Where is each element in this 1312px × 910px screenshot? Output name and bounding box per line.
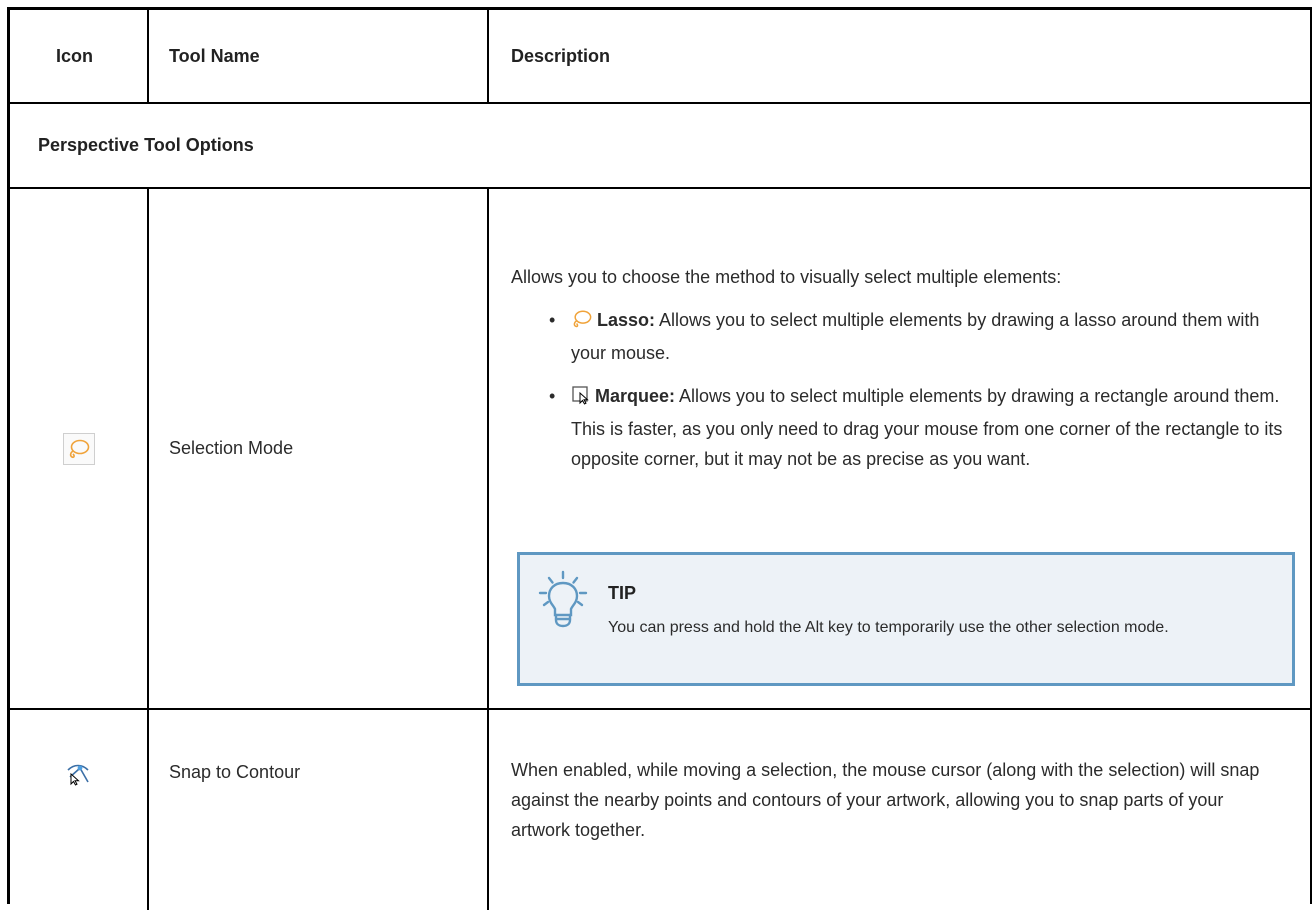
snap-to-contour-icon bbox=[65, 760, 93, 788]
table-row: Snap to Contour When enabled, while movi… bbox=[10, 710, 1310, 910]
option-text: Allows you to select multiple elements b… bbox=[571, 386, 1283, 469]
list-item: Marquee: Allows you to select multiple e… bbox=[549, 381, 1288, 474]
lightbulb-icon bbox=[536, 569, 590, 636]
table-header-row: Icon Tool Name Description bbox=[10, 10, 1310, 104]
option-label: Marquee: bbox=[595, 386, 676, 406]
tool-options-table: Icon Tool Name Description Perspective T… bbox=[7, 7, 1312, 910]
header-description: Description bbox=[511, 45, 611, 66]
table-row: Selection Mode Allows you to choose the … bbox=[10, 189, 1310, 710]
tip-text: You can press and hold the Alt key to te… bbox=[608, 619, 1169, 636]
section-title: Perspective Tool Options bbox=[38, 135, 254, 155]
section-row: Perspective Tool Options bbox=[10, 104, 1310, 189]
tool-name: Snap to Contour bbox=[169, 762, 301, 782]
option-text: Allows you to select multiple elements b… bbox=[571, 310, 1260, 363]
tool-name: Selection Mode bbox=[169, 438, 294, 458]
option-label: Lasso: bbox=[597, 310, 656, 330]
description-text: When enabled, while moving a selection, … bbox=[511, 760, 1260, 840]
lasso-icon bbox=[62, 432, 95, 465]
option-list: Lasso: Allows you to select multiple ele… bbox=[511, 305, 1288, 474]
marquee-icon bbox=[571, 384, 591, 414]
tip-title: TIP bbox=[608, 583, 637, 603]
header-icon: Icon bbox=[56, 45, 94, 66]
lasso-icon bbox=[571, 308, 593, 338]
tip-callout: TIP You can press and hold the Alt key t… bbox=[517, 552, 1295, 686]
list-item: Lasso: Allows you to select multiple ele… bbox=[549, 305, 1288, 368]
description-text: Allows you to choose the method to visua… bbox=[511, 267, 1062, 287]
header-tool-name: Tool Name bbox=[169, 45, 260, 66]
